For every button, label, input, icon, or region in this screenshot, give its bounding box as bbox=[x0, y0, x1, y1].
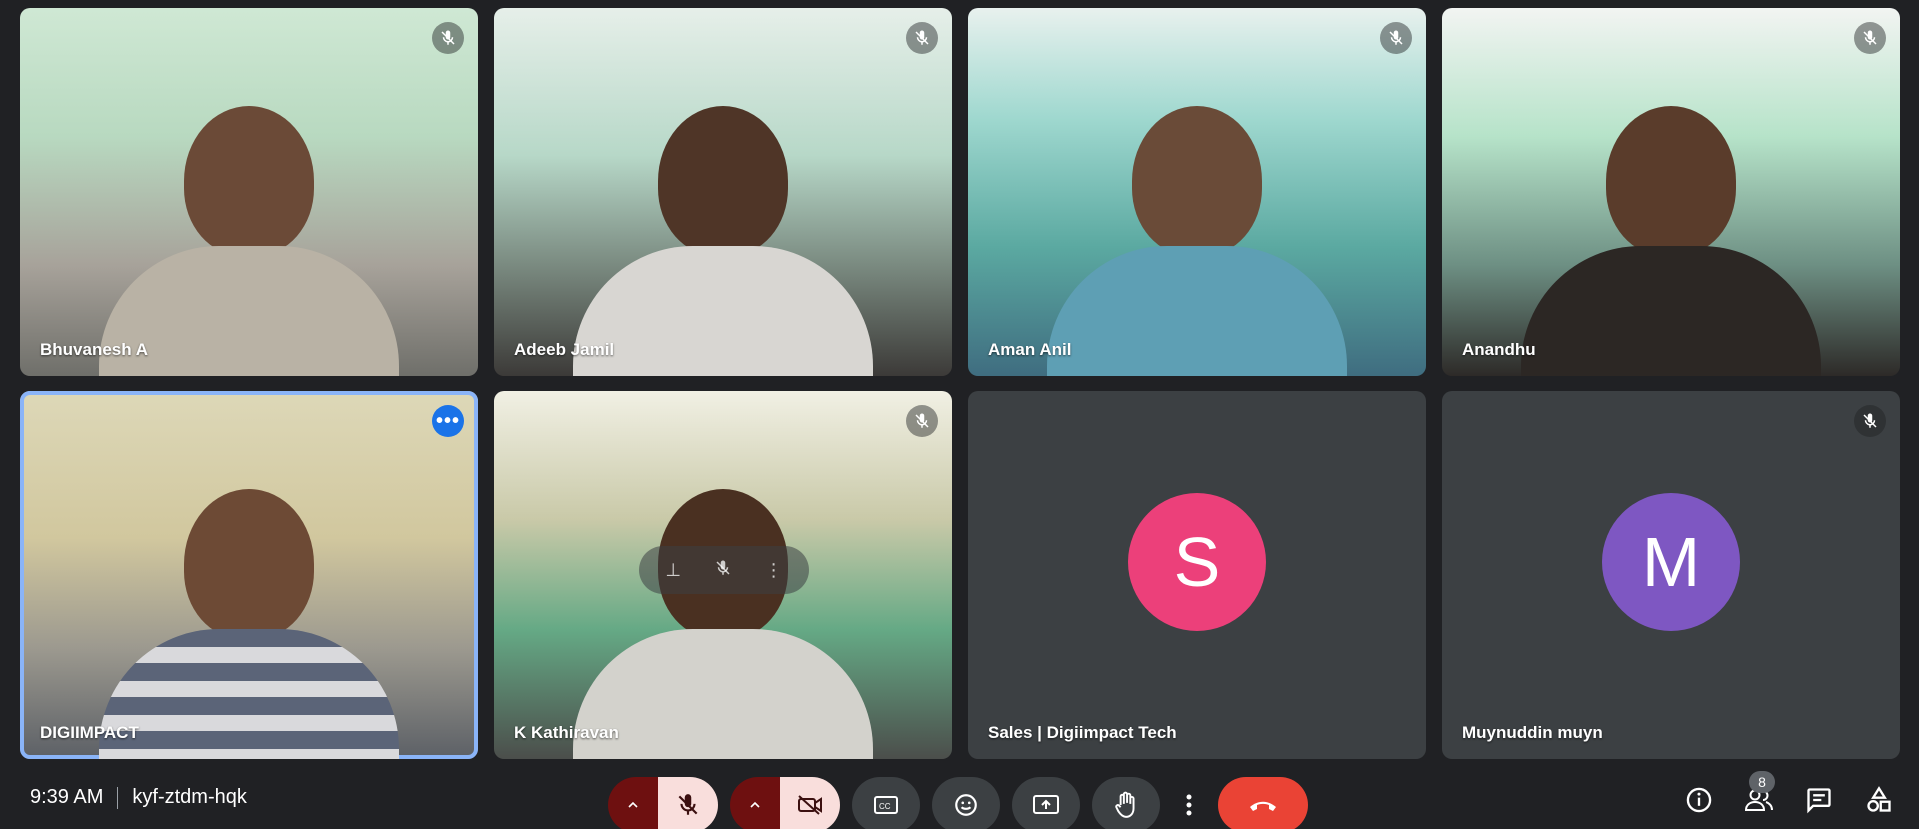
camera-off-button[interactable] bbox=[780, 777, 840, 829]
participant-tile[interactable]: Anandhu bbox=[1442, 8, 1900, 376]
camera-off-icon bbox=[798, 795, 822, 815]
mic-off-icon[interactable] bbox=[714, 559, 732, 582]
chat-icon bbox=[1807, 788, 1831, 814]
participant-name: K Kathiravan bbox=[514, 723, 619, 742]
hangup-icon bbox=[1250, 801, 1276, 811]
people-button[interactable]: 8 bbox=[1737, 771, 1781, 817]
emoji-button[interactable] bbox=[932, 777, 1000, 829]
activities-button[interactable] bbox=[1857, 783, 1901, 817]
call-controls: CC bbox=[608, 777, 1320, 829]
participant-tile-active[interactable]: ••• DIGIIMPACT bbox=[20, 391, 478, 759]
chevron-up-icon[interactable] bbox=[730, 777, 780, 829]
participant-tile[interactable]: ⊥ ⋮ K Kathiravan bbox=[494, 391, 952, 759]
mic-off-icon bbox=[906, 22, 938, 54]
emoji-icon bbox=[955, 794, 977, 816]
participant-tile[interactable]: S Sales | Digiimpact Tech bbox=[968, 391, 1426, 759]
activities-icon bbox=[1867, 786, 1891, 812]
svg-text:CC: CC bbox=[879, 802, 891, 811]
more-vert-icon bbox=[1186, 794, 1192, 816]
video-feed bbox=[573, 489, 873, 759]
more-options-icon[interactable]: ••• bbox=[432, 405, 464, 437]
leave-call-button[interactable] bbox=[1218, 777, 1308, 829]
mic-off-button[interactable] bbox=[658, 777, 718, 829]
participant-name: Anandhu bbox=[1462, 340, 1536, 359]
participant-tile[interactable]: Bhuvanesh A bbox=[20, 8, 478, 376]
present-button[interactable] bbox=[1012, 777, 1080, 829]
mic-off-icon bbox=[678, 794, 698, 815]
chevron-up-icon[interactable] bbox=[608, 777, 658, 829]
captions-button[interactable]: CC bbox=[852, 777, 920, 829]
video-feed bbox=[1047, 106, 1347, 376]
video-feed bbox=[573, 106, 873, 376]
mic-off-icon bbox=[432, 22, 464, 54]
meeting-info: 9:39 AM kyf-ztdm-hqk bbox=[30, 786, 247, 809]
raise-hand-icon bbox=[1115, 791, 1135, 818]
video-feed bbox=[1521, 106, 1821, 376]
more-vert-icon[interactable]: ⋮ bbox=[765, 560, 783, 581]
participant-name: DIGIIMPACT bbox=[40, 723, 139, 742]
raise-hand-button[interactable] bbox=[1092, 777, 1160, 829]
video-feed bbox=[99, 106, 399, 376]
side-panel-toggles: 8 bbox=[1661, 771, 1901, 817]
participant-name: Bhuvanesh A bbox=[40, 340, 149, 359]
camera-control bbox=[730, 777, 840, 829]
info-icon bbox=[1686, 787, 1712, 813]
participant-name: Muynuddin muyn bbox=[1462, 723, 1603, 742]
avatar: M bbox=[1602, 493, 1740, 631]
meeting-code[interactable]: kyf-ztdm-hqk bbox=[132, 786, 246, 809]
pin-icon[interactable]: ⊥ bbox=[665, 560, 681, 581]
tile-hover-controls: ⊥ ⋮ bbox=[639, 546, 809, 594]
people-count-badge: 8 bbox=[1749, 771, 1775, 793]
microphone-control bbox=[608, 777, 718, 829]
participant-tile[interactable]: Adeeb Jamil bbox=[494, 8, 952, 376]
participant-name: Sales | Digiimpact Tech bbox=[988, 723, 1177, 742]
participant-tile[interactable]: M Muynuddin muyn bbox=[1442, 391, 1900, 759]
participant-tile[interactable]: Aman Anil bbox=[968, 8, 1426, 376]
meeting-details-button[interactable] bbox=[1677, 783, 1721, 817]
mic-off-icon bbox=[1380, 22, 1412, 54]
mic-off-icon bbox=[906, 405, 938, 437]
mic-off-icon bbox=[1854, 405, 1886, 437]
more-options-button[interactable] bbox=[1172, 777, 1206, 829]
captions-icon: CC bbox=[874, 796, 898, 814]
participant-grid: Bhuvanesh A Adeeb Jamil Aman Anil Anandh… bbox=[20, 8, 1900, 759]
participant-name: Adeeb Jamil bbox=[514, 340, 615, 359]
avatar: S bbox=[1128, 493, 1266, 631]
mic-off-icon bbox=[1854, 22, 1886, 54]
video-feed bbox=[99, 489, 399, 759]
clock: 9:39 AM bbox=[30, 786, 104, 808]
participant-name: Aman Anil bbox=[988, 340, 1072, 359]
divider bbox=[117, 786, 119, 809]
chat-button[interactable] bbox=[1797, 783, 1841, 817]
present-icon bbox=[1033, 795, 1059, 814]
control-bar: 9:39 AM kyf-ztdm-hqk CC 8 bbox=[0, 770, 1919, 829]
